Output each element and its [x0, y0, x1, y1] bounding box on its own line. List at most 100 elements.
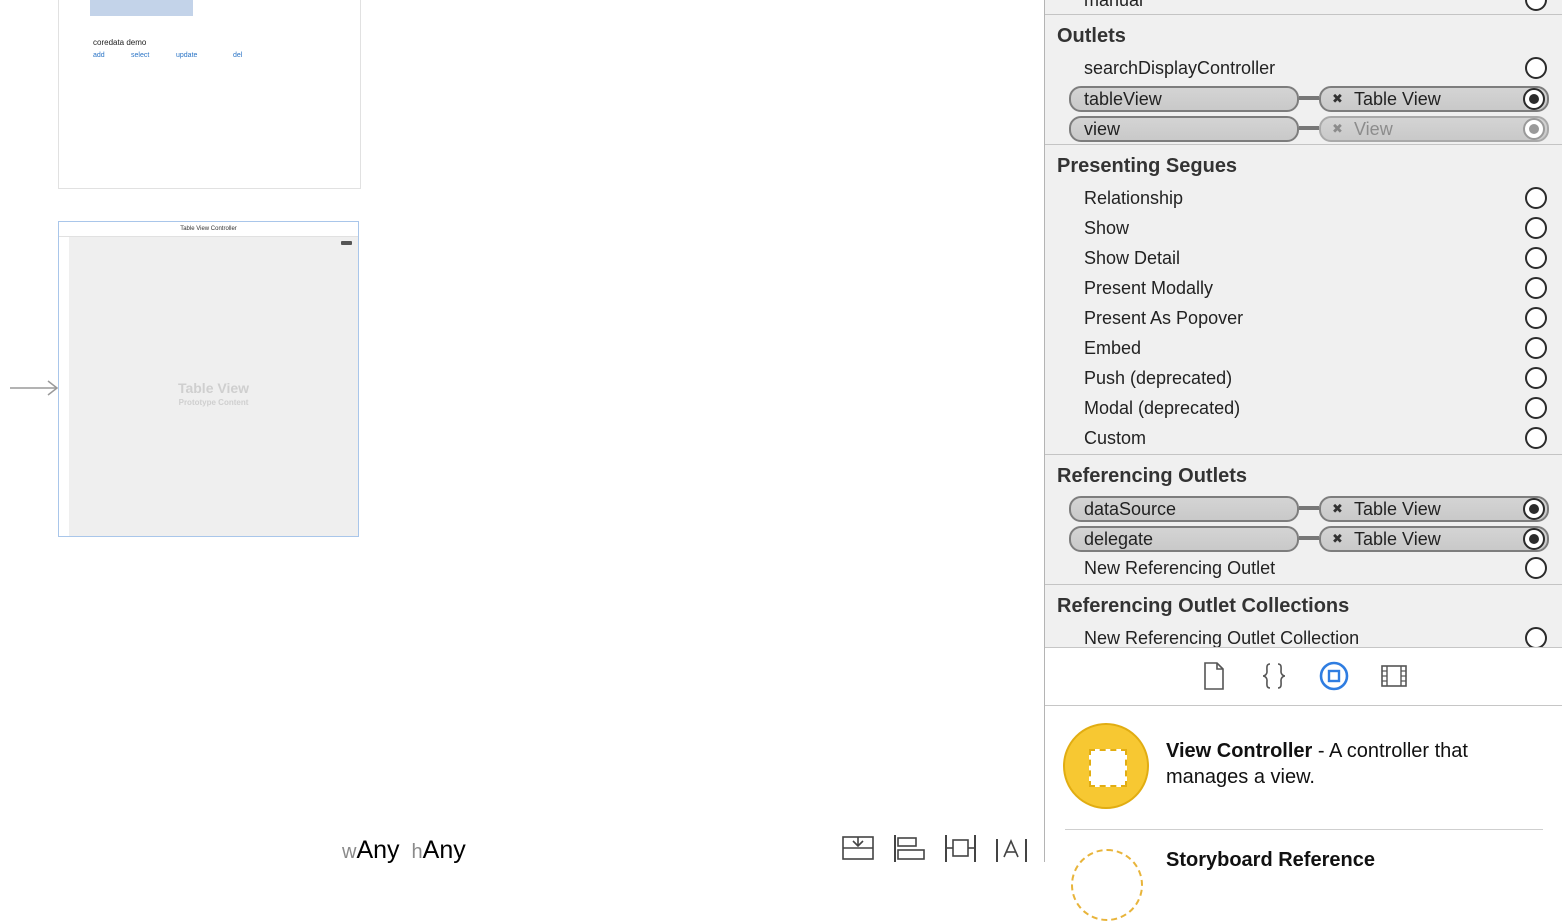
connection-circle-icon[interactable] [1525, 217, 1547, 239]
outlet-source-chip[interactable]: view [1069, 116, 1299, 142]
segue-label: Present Modally [1084, 278, 1214, 298]
object-library-icon[interactable] [1318, 660, 1350, 692]
connection-circle-icon[interactable] [1523, 88, 1545, 110]
canvas-toolbar [842, 835, 1046, 862]
scene-view-controller[interactable]: coredata demo add select update del [58, 0, 361, 189]
segue-label: Show Detail [1084, 248, 1181, 268]
size-class-w-value: Any [356, 836, 400, 864]
disconnect-x-icon[interactable]: ✖ [1332, 88, 1343, 110]
referencing-outlet-collections-section: Referencing Outlet Collections [1045, 584, 1562, 617]
initial-view-controller-arrow-icon[interactable] [10, 378, 60, 398]
outlets-section: Outlets [1045, 14, 1562, 47]
outlet-target-chip[interactable]: ✖ Table View [1319, 496, 1549, 522]
utilities-area: manual Outlets searchDisplayController t… [1044, 0, 1562, 921]
connection-circle-icon[interactable] [1525, 557, 1547, 579]
section-title: Referencing Outlets [1057, 465, 1248, 487]
library-divider [1065, 829, 1543, 830]
referencing-outlet-row-delegate[interactable]: delegate ✖ Table View [1045, 523, 1562, 553]
outlet-target-chip[interactable]: ✖ View [1319, 116, 1549, 142]
disconnect-x-icon[interactable]: ✖ [1332, 498, 1343, 520]
connection-circle-icon[interactable] [1525, 397, 1547, 419]
connection-circle-icon[interactable] [1525, 627, 1547, 647]
media-library-icon[interactable] [1378, 660, 1410, 692]
outlet-label: New Referencing Outlet Collection [1084, 628, 1360, 648]
connection-line [1299, 126, 1319, 130]
connection-line [1299, 96, 1319, 100]
update-button[interactable]: update [176, 52, 233, 59]
segue-row-present-as-popover[interactable]: Present As Popover [1045, 303, 1562, 333]
disconnect-x-icon[interactable]: ✖ [1332, 528, 1343, 550]
size-class-h-value: Any [422, 836, 466, 864]
segue-row-relationship[interactable]: Relationship [1045, 183, 1562, 213]
segue-row-show[interactable]: Show [1045, 213, 1562, 243]
segue-row-present-modally[interactable]: Present Modally [1045, 273, 1562, 303]
add-button[interactable]: add [93, 52, 131, 59]
connection-circle-icon[interactable] [1523, 498, 1545, 520]
segue-row-push-deprecated[interactable]: Push (deprecated) [1045, 363, 1562, 393]
storyboard-reference-icon [1071, 849, 1143, 921]
library-item-view-controller[interactable]: View Controller - A controller that mana… [1166, 738, 1546, 790]
segue-row-embed[interactable]: Embed [1045, 333, 1562, 363]
connection-circle-icon[interactable] [1525, 0, 1547, 11]
segue-row-modal-deprecated[interactable]: Modal (deprecated) [1045, 393, 1562, 423]
connection-circle-icon[interactable] [1523, 528, 1545, 550]
segue-label: Modal (deprecated) [1084, 398, 1241, 418]
table-view[interactable]: Table View Prototype Content [69, 237, 358, 536]
outlet-label: tableView [1084, 89, 1162, 109]
disconnect-x-icon[interactable]: ✖ [1332, 118, 1343, 140]
connection-circle-icon[interactable] [1525, 247, 1547, 269]
select-button[interactable]: select [131, 52, 176, 59]
referencing-outlet-row-datasource[interactable]: dataSource ✖ Table View [1045, 493, 1562, 523]
object-library-list[interactable]: View Controller - A controller that mana… [1045, 706, 1562, 921]
file-template-icon[interactable] [1198, 660, 1230, 692]
connection-circle-icon[interactable] [1523, 118, 1545, 140]
outlet-row-search-display-controller[interactable]: searchDisplayController [1045, 53, 1562, 83]
library-item-storyboard-reference[interactable]: Storyboard Reference [1166, 849, 1375, 872]
segue-label: Relationship [1084, 188, 1184, 208]
pin-icon[interactable] [944, 835, 977, 862]
view-controller-icon [1063, 723, 1149, 809]
align-icon[interactable] [893, 835, 926, 862]
connection-line [1299, 506, 1319, 510]
connection-circle-icon[interactable] [1525, 277, 1547, 299]
outlet-source-chip[interactable]: dataSource [1069, 496, 1299, 522]
code-snippet-icon[interactable] [1258, 660, 1290, 692]
connection-circle-icon[interactable] [1525, 187, 1547, 209]
outlet-row-manual[interactable]: manual [1045, 0, 1562, 15]
new-referencing-outlet-row[interactable]: New Referencing Outlet [1045, 553, 1562, 583]
scene-title-label: coredata demo [93, 38, 147, 47]
status-indicator [341, 241, 352, 245]
connection-circle-icon[interactable] [1525, 337, 1547, 359]
connection-circle-icon[interactable] [1525, 367, 1547, 389]
outlet-target-chip[interactable]: ✖ Table View [1319, 86, 1549, 112]
size-class-control[interactable]: wAny hAny [342, 836, 466, 865]
scene-buttons: add select update del [93, 52, 263, 59]
segue-label: Push (deprecated) [1084, 368, 1233, 388]
section-title: Referencing Outlet Collections [1057, 595, 1350, 617]
resolve-icon[interactable] [995, 835, 1028, 862]
connection-circle-icon[interactable] [1525, 307, 1547, 329]
outlet-source-chip[interactable]: delegate [1069, 526, 1299, 552]
del-button[interactable]: del [233, 52, 242, 59]
stack-icon[interactable] [842, 835, 875, 862]
outlet-source-chip[interactable]: tableView [1069, 86, 1299, 112]
outlet-target-label: View [1354, 119, 1393, 139]
scene-header[interactable]: Table View Controller [59, 222, 358, 237]
outlet-target-label: Table View [1354, 529, 1441, 549]
connection-circle-icon[interactable] [1525, 427, 1547, 449]
segue-row-custom[interactable]: Custom [1045, 423, 1562, 453]
scene-table-view-controller[interactable]: Table View Controller Table View Prototy… [58, 221, 359, 537]
outlet-row-table-view[interactable]: tableView ✖ Table View [1045, 83, 1562, 113]
outlet-label: view [1084, 119, 1121, 139]
outlet-label: manual [1084, 0, 1144, 10]
table-view-label: Table View [177, 380, 250, 396]
connections-inspector[interactable]: manual Outlets searchDisplayController t… [1045, 0, 1562, 648]
connection-circle-icon[interactable] [1525, 57, 1547, 79]
table-view-sublabel: Prototype Content [178, 398, 249, 407]
library-tab-bar [1045, 648, 1562, 706]
new-referencing-outlet-collection-row[interactable]: New Referencing Outlet Collection [1045, 623, 1562, 648]
outlet-target-chip[interactable]: ✖ Table View [1319, 526, 1549, 552]
storyboard-canvas[interactable]: coredata demo add select update del Tabl… [0, 0, 1046, 865]
outlet-row-view[interactable]: view ✖ View [1045, 113, 1562, 143]
segue-row-show-detail[interactable]: Show Detail [1045, 243, 1562, 273]
